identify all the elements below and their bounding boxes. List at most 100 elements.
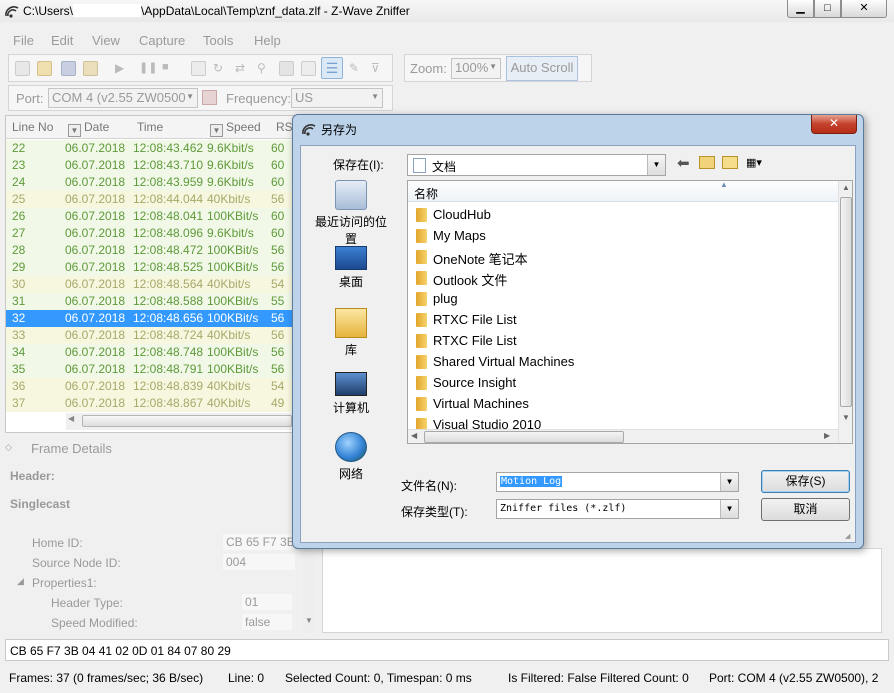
menu-tools[interactable]: Tools <box>203 33 233 48</box>
scroll-left-icon[interactable]: ◀ <box>411 431 417 440</box>
open-folder-icon[interactable] <box>37 61 52 76</box>
scroll-right-icon[interactable]: ▶ <box>824 431 830 440</box>
place-recent[interactable]: 最近访问的位置 <box>311 180 391 247</box>
menu-edit[interactable]: Edit <box>51 33 73 48</box>
minimize-button[interactable]: ▁ <box>787 0 814 18</box>
frequency-combo[interactable]: US ▼ <box>291 88 383 108</box>
table-row[interactable]: 29 06.07.2018 12:08:48.525 100KBit/s 56 <box>6 259 294 276</box>
table-row[interactable]: 25 06.07.2018 12:08:44.044 40Kbit/s 56 <box>6 191 294 208</box>
table-row[interactable]: 26 06.07.2018 12:08:48.041 100KBit/s 60 <box>6 208 294 225</box>
file-list-hscrollbar[interactable]: ◀ ▶ <box>408 429 838 443</box>
place-network[interactable]: 网络 <box>311 432 391 482</box>
copy-icon[interactable] <box>279 61 294 76</box>
menu-view[interactable]: View <box>92 33 120 48</box>
table-row[interactable]: 34 06.07.2018 12:08:48.748 100KBit/s 56 <box>6 344 294 361</box>
list-item[interactable]: OneNote 笔记本 <box>416 246 826 267</box>
table-row[interactable]: 37 06.07.2018 12:08:48.867 40Kbit/s 49 <box>6 395 294 412</box>
up-folder-icon[interactable] <box>699 156 715 169</box>
frame-details-header[interactable]: ◇ Frame Details <box>5 438 315 460</box>
filename-input[interactable]: Motion Log ▼ <box>496 472 739 492</box>
table-row[interactable]: 35 06.07.2018 12:08:48.791 100KBit/s 56 <box>6 361 294 378</box>
table-row[interactable]: 27 06.07.2018 12:08:48.096 9.6Kbit/s 60 <box>6 225 294 242</box>
table-row[interactable]: 31 06.07.2018 12:08:48.588 100KBit/s 55 <box>6 293 294 310</box>
frame-list-hscroll-thumb[interactable] <box>82 415 292 427</box>
play-icon[interactable]: ▶ <box>115 61 130 76</box>
table-row[interactable]: 28 06.07.2018 12:08:48.472 100KBit/s 56 <box>6 242 294 259</box>
place-desktop[interactable]: 桌面 <box>311 246 391 290</box>
zoom-combo[interactable]: 100% ▼ <box>451 58 501 79</box>
list-item[interactable]: Source Insight <box>416 372 826 393</box>
table-row[interactable]: 24 06.07.2018 12:08:43.959 9.6Kbit/s 60 <box>6 174 294 191</box>
auto-scroll-button[interactable]: Auto Scroll <box>506 56 578 81</box>
port-combo[interactable]: COM 4 (v2.55 ZW0500 ▼ <box>48 88 198 108</box>
menu-help[interactable]: Help <box>254 33 281 48</box>
scroll-down-icon[interactable]: ▼ <box>305 616 313 625</box>
collapse-icon[interactable]: ◇ <box>5 442 12 453</box>
edit-icon[interactable] <box>83 61 98 76</box>
table-row[interactable]: 32 06.07.2018 12:08:48.656 100KBit/s 56 <box>6 310 294 327</box>
new-icon[interactable] <box>15 61 30 76</box>
marker-icon[interactable]: ✎ <box>349 61 364 76</box>
file-list-vscroll-thumb[interactable] <box>840 197 852 407</box>
columns-icon[interactable] <box>301 61 316 76</box>
filter-icon[interactable]: ⊽ <box>371 61 386 76</box>
chevron-down-icon[interactable]: ▼ <box>720 473 738 491</box>
list-view-icon[interactable]: ☰ <box>321 57 343 79</box>
col-date[interactable]: ▼ Date <box>68 120 109 137</box>
scroll-left-icon[interactable]: ◀ <box>68 414 80 428</box>
col-name[interactable]: 名称 <box>414 185 438 202</box>
stop-icon[interactable]: ■ <box>162 61 177 76</box>
list-item[interactable]: Shared Virtual Machines <box>416 351 826 372</box>
col-line-no[interactable]: Line No <box>12 120 53 134</box>
resize-grip-icon[interactable]: ◢ <box>845 532 853 540</box>
binoculars-icon[interactable]: ⚲ <box>257 61 272 76</box>
list-item[interactable]: CloudHub <box>416 204 826 225</box>
clear-icon[interactable] <box>191 61 206 76</box>
expand-icon[interactable]: ◢ <box>17 576 24 587</box>
scroll-up-icon[interactable]: ▲ <box>842 183 850 192</box>
list-item[interactable]: Virtual Machines <box>416 393 826 414</box>
list-item[interactable]: Outlook 文件 <box>416 267 826 288</box>
place-libraries[interactable]: 库 <box>311 308 391 358</box>
save-icon[interactable] <box>61 61 76 76</box>
table-row[interactable]: 23 06.07.2018 12:08:43.710 9.6Kbit/s 60 <box>6 157 294 174</box>
port-settings-icon[interactable] <box>202 90 217 105</box>
list-item[interactable]: RTXC File List <box>416 330 826 351</box>
chevron-down-icon[interactable]: ▼ <box>647 155 665 175</box>
chevron-down-icon[interactable]: ▼ <box>720 500 738 518</box>
list-item[interactable]: My Maps <box>416 225 826 246</box>
view-menu-icon[interactable]: ▦▾ <box>746 156 770 169</box>
frame-list-hscrollbar[interactable]: ◀ <box>66 413 294 430</box>
dialog-close-button[interactable]: ✕ <box>811 115 857 134</box>
new-folder-icon[interactable] <box>722 156 738 169</box>
col-time[interactable]: Time <box>137 120 163 134</box>
close-button[interactable]: ✕ <box>841 0 887 18</box>
cancel-button[interactable]: 取消 <box>761 498 850 521</box>
list-item[interactable]: RTXC File List <box>416 309 826 330</box>
file-list[interactable]: 名称 ▲ CloudHub My Maps OneNote 笔记本 Outlook 文… <box>407 180 853 444</box>
col-rs[interactable]: RS <box>276 120 293 134</box>
filetype-select[interactable]: Zniffer files (*.zlf) ▼ <box>496 499 739 519</box>
swap-icon[interactable]: ⇄ <box>235 61 250 76</box>
table-row[interactable]: 30 06.07.2018 12:08:48.564 40Kbit/s 54 <box>6 276 294 293</box>
table-row[interactable]: 36 06.07.2018 12:08:48.839 40Kbit/s 54 <box>6 378 294 395</box>
col-speed[interactable]: ▼ Speed <box>210 120 261 137</box>
frame-list-table[interactable]: Line No ▼ Date Time ▼ Speed RS 22 06.07.201… <box>5 115 295 433</box>
filter-icon[interactable]: ▼ <box>210 124 223 137</box>
table-row[interactable]: 33 06.07.2018 12:08:48.724 40Kbit/s 56 <box>6 327 294 344</box>
file-list-vscrollbar[interactable]: ▲ ▼ <box>838 181 852 443</box>
reload-icon[interactable]: ↻ <box>213 61 228 76</box>
menu-capture[interactable]: Capture <box>139 33 185 48</box>
save-button[interactable]: 保存(S) <box>761 470 850 493</box>
place-computer[interactable]: 计算机 <box>311 372 391 416</box>
list-item[interactable]: plug <box>416 288 826 309</box>
menu-file[interactable]: File <box>13 33 34 48</box>
pause-icon[interactable]: ❚❚ <box>139 61 157 76</box>
file-list-header[interactable]: 名称 ▲ <box>408 181 838 202</box>
save-in-combo[interactable]: 文档 ▼ <box>407 154 666 176</box>
scroll-down-icon[interactable]: ▼ <box>842 413 850 422</box>
file-list-hscroll-thumb[interactable] <box>424 431 624 443</box>
maximize-button[interactable]: □ <box>814 0 841 18</box>
filter-icon[interactable]: ▼ <box>68 124 81 137</box>
table-row[interactable]: 22 06.07.2018 12:08:43.462 9.6Kbit/s 60 <box>6 140 294 157</box>
